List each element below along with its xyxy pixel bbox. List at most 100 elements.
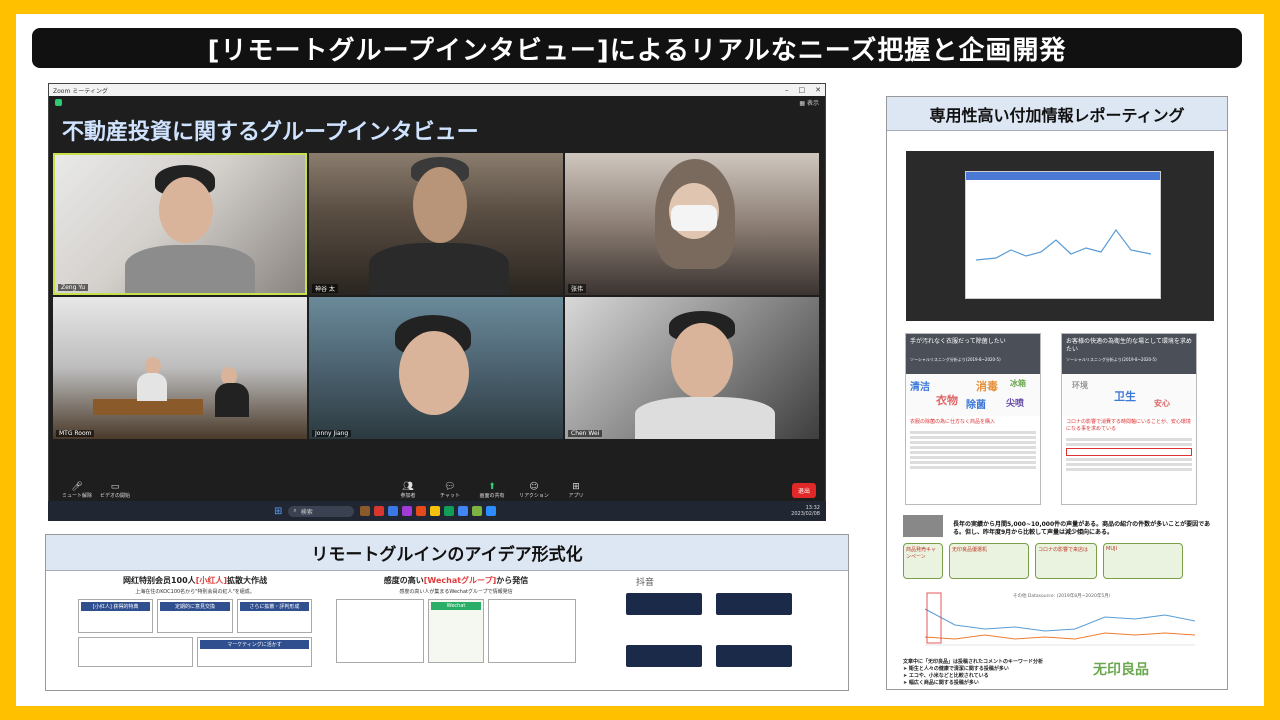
- video-tile[interactable]: 张伟: [565, 153, 819, 295]
- note-line: 文章中に「无印良品」は投稿されたコメントのキーワード分析: [903, 659, 1044, 665]
- zoom-topbar: ▦ 表示: [49, 96, 825, 108]
- video-tile[interactable]: Jonny Jiang: [309, 297, 563, 439]
- text-line: [910, 461, 1036, 464]
- highlight-box: [926, 592, 942, 644]
- taskbar-app-icon[interactable]: [444, 506, 455, 516]
- douyin-profile-card: [626, 645, 702, 667]
- shield-icon[interactable]: [55, 98, 62, 106]
- taskbar-app-icon[interactable]: [402, 506, 413, 516]
- participants-button[interactable]: 👥︎ 参加者: [389, 481, 427, 499]
- participant-name: 张伟: [568, 284, 587, 293]
- report-card: コロナの影響で来店は: [1035, 543, 1097, 579]
- mute-button[interactable]: 🎤︎ ミュート解除: [58, 482, 96, 499]
- close-icon[interactable]: ✕: [815, 86, 821, 94]
- end-meeting-button[interactable]: 退出: [791, 483, 816, 498]
- text-line: [910, 441, 1036, 444]
- wordcloud: 环境 卫生 安心: [1062, 374, 1196, 416]
- text-line: [1066, 463, 1192, 466]
- window-controls[interactable]: – □ ✕: [785, 86, 821, 94]
- taskbar-app-icon[interactable]: [458, 506, 469, 516]
- mini-box-head: 定期的に意見交換: [160, 602, 230, 611]
- wordcloud: 清洁 衣物 消毒 除菌 冰箱 尖喷: [906, 374, 1040, 416]
- slide-title: [リモートグループインタビュー]によるリアルなニーズ把握と企画開発: [32, 28, 1242, 68]
- mini-box: マーケティングに活かす: [197, 637, 312, 667]
- taskbar-app-icon[interactable]: [472, 506, 483, 516]
- participant-name: MTG Room: [56, 430, 95, 437]
- douyin-profile-card: [716, 593, 792, 615]
- share-label: 画面の共有: [479, 492, 505, 499]
- report-summary: 長年の実績から月間5,000~10,000件の声量がある。商品の紹介の件数が多い…: [953, 521, 1211, 536]
- wordcloud-heading: お客様の快適の為衛生的な場として環境を求めたい: [1066, 338, 1192, 353]
- note-line: ➤ 幅広く商品に関する投稿が多い: [903, 680, 979, 686]
- report-panel-title: 専用性高い付加情報レポーティング: [887, 97, 1227, 131]
- brand-wordcloud: 无印良品: [1073, 657, 1193, 683]
- wordcloud-text-block: [906, 427, 1040, 473]
- idea-card-boxes: Wechat: [336, 599, 577, 663]
- report-notes: 文章中に「无印良品」は投稿されたコメントのキーワード分析 ➤ 衛生と人々の健康で…: [903, 659, 1043, 687]
- video-button[interactable]: ▭ ビデオの開始: [96, 481, 134, 499]
- mini-box: [336, 599, 425, 663]
- video-grid: Zeng Yu 神谷 太 张伟 MTG Room Jonny Jiang Che…: [53, 153, 819, 441]
- participants-icon: 👥︎: [402, 481, 414, 492]
- taskbar-search-label: 検索: [300, 508, 313, 516]
- dashboard-header: [966, 172, 1160, 180]
- trend-line: [925, 632, 1195, 640]
- wordcloud-note: コロナの影響で消費する時間軸にいることが、安心環境になる事を求めている: [1066, 419, 1191, 432]
- zoom-toolbar: 🎤︎ ミュート解除 ▭ ビデオの開始 👥︎ 参加者 💬︎ チャット ⬆ 画面の共有 ☺ リア…: [48, 480, 826, 501]
- chat-icon: 💬︎: [444, 481, 456, 492]
- taskbar-app-icon[interactable]: [360, 506, 371, 516]
- video-tile[interactable]: Zeng Yu: [53, 153, 307, 295]
- mini-box-head: Wechat: [431, 602, 481, 610]
- apps-button[interactable]: ⊞ アプリ: [557, 482, 595, 499]
- video-tile[interactable]: Chen Wei: [565, 297, 819, 439]
- chat-label: チャット: [440, 492, 460, 499]
- taskbar-app-icon[interactable]: [486, 506, 497, 516]
- mini-box-head: [小红人] 获得的特典: [81, 602, 151, 611]
- highlight-box: [1066, 448, 1192, 456]
- idea-card-koc: 网红特别会员100人[小红人]拡散大作战 上海在住のKOC100名から"特別会員…: [78, 575, 312, 687]
- participant-face: [413, 167, 467, 243]
- wordcloud-word: 冰箱: [1010, 379, 1026, 388]
- wordcloud-word: 安心: [1154, 399, 1170, 408]
- wordcloud-word: 环境: [1072, 381, 1088, 390]
- report-card: MUJI: [1103, 543, 1183, 579]
- wordcloud-sub: ソーシャルリスニング分析より(2019-8~2020-5): [910, 357, 1001, 362]
- taskbar-app-icon[interactable]: [374, 506, 385, 516]
- chat-button[interactable]: 💬︎ チャット: [431, 481, 469, 499]
- taskbar-app-icon[interactable]: [416, 506, 427, 516]
- taskbar-clock[interactable]: 13:32 2023/02/08: [791, 505, 820, 517]
- taskbar-app-icon[interactable]: [430, 506, 441, 516]
- taskbar-apps: [360, 506, 497, 516]
- taskbar-search[interactable]: ⌕ 検索: [288, 505, 355, 517]
- wordcloud-header: 手が汚れなく衣服だって除菌したい ソーシャルリスニング分析より(2019-8~20…: [906, 334, 1040, 374]
- idea-card-title: 感度の高い[Wechatグループ]から発信: [336, 575, 576, 586]
- zoom-app-title: Zoom ミーティング: [53, 87, 108, 95]
- participant-body: [137, 373, 167, 401]
- mini-box: 定期的に意見交換: [157, 599, 233, 633]
- video-tile[interactable]: 神谷 太: [309, 153, 563, 295]
- taskbar-app-icon[interactable]: [388, 506, 399, 516]
- text-line: [1066, 468, 1192, 471]
- participant-face: [671, 323, 733, 399]
- mini-box: さらに拡散・評判形成: [236, 599, 312, 633]
- windows-start-icon[interactable]: ⊞: [274, 506, 282, 517]
- apps-label: アプリ: [568, 492, 584, 499]
- maximize-icon[interactable]: □: [799, 86, 806, 94]
- view-button[interactable]: ▦ 表示: [799, 98, 819, 107]
- text-line: [910, 456, 1036, 459]
- title-highlight: [Wechatグループ]: [423, 576, 497, 585]
- report-screenshot: [906, 151, 1214, 321]
- text-line: [910, 451, 1036, 454]
- video-tile[interactable]: MTG Room: [53, 297, 307, 439]
- participant-name: Chen Wei: [568, 430, 603, 437]
- camera-icon: ▭: [110, 481, 120, 492]
- zoom-meeting-heading: 不動産投資に関するグループインタビュー: [62, 120, 479, 145]
- text-line: [1066, 458, 1192, 461]
- reactions-button[interactable]: ☺ リアクション: [515, 482, 553, 499]
- participants-label: 参加者: [400, 492, 416, 499]
- minimize-icon[interactable]: –: [785, 86, 789, 94]
- share-screen-button[interactable]: ⬆ 画面の共有: [473, 482, 511, 499]
- participant-face: [159, 177, 213, 243]
- dashboard-preview: [965, 171, 1161, 299]
- wordcloud-word: 除菌: [966, 400, 986, 411]
